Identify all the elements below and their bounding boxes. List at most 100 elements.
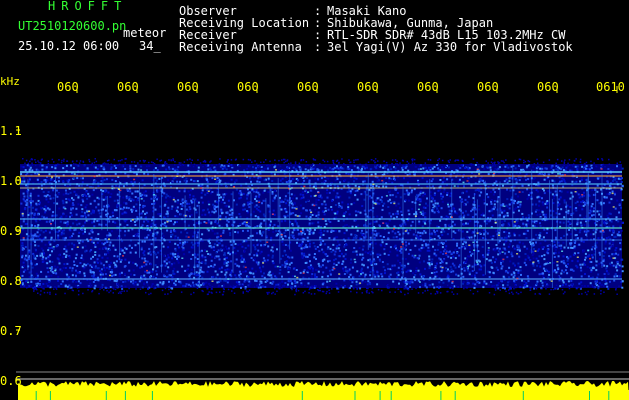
noise-speck bbox=[477, 259, 480, 262]
noise-speck bbox=[465, 190, 468, 193]
noise-speck bbox=[94, 253, 97, 256]
noise-speck bbox=[136, 190, 139, 193]
noise-speck bbox=[44, 229, 47, 232]
noise-speck bbox=[97, 203, 100, 206]
noise-speck bbox=[309, 209, 312, 212]
noise-speck bbox=[433, 205, 436, 208]
noise-speck bbox=[252, 272, 255, 275]
noise-speck bbox=[70, 286, 73, 289]
noise-speck bbox=[523, 280, 526, 283]
noise-speck bbox=[338, 230, 341, 233]
noise-speck bbox=[140, 212, 143, 215]
noise-speck bbox=[300, 244, 303, 247]
noise-speck bbox=[318, 250, 321, 253]
noise-speck bbox=[437, 169, 440, 172]
noise-speck bbox=[61, 230, 64, 233]
noise-speck bbox=[488, 210, 491, 213]
noise-speck bbox=[532, 252, 535, 255]
noise-speck bbox=[418, 223, 421, 225]
noise-speck bbox=[369, 253, 372, 256]
noise-speck bbox=[569, 197, 572, 200]
noise-speck bbox=[506, 214, 509, 217]
noise-speck bbox=[62, 193, 65, 196]
noise-speck bbox=[92, 255, 94, 258]
noise-speck bbox=[72, 167, 75, 170]
noise-speck bbox=[54, 165, 57, 167]
noise-speck bbox=[321, 264, 324, 267]
noise-speck bbox=[542, 246, 545, 249]
noise-speck bbox=[621, 258, 624, 261]
noise-speck bbox=[91, 231, 94, 234]
noise-speck bbox=[97, 233, 100, 236]
noise-speck bbox=[590, 205, 593, 208]
noise-speck bbox=[315, 203, 318, 206]
noise-speck bbox=[401, 168, 404, 171]
noise-speck bbox=[588, 212, 591, 214]
noise-speck bbox=[129, 167, 132, 170]
noise-speck bbox=[34, 244, 37, 247]
noise-speck bbox=[220, 270, 223, 273]
noise-speck bbox=[521, 279, 523, 282]
noise-speck bbox=[421, 194, 424, 197]
noise-speck bbox=[154, 208, 157, 211]
noise-speck bbox=[96, 219, 99, 222]
noise-speck bbox=[397, 231, 400, 233]
noise-speck bbox=[46, 267, 49, 270]
noise-speck bbox=[395, 215, 398, 218]
noise-speck bbox=[317, 195, 320, 198]
noise-speck bbox=[163, 204, 166, 207]
noise-speck bbox=[234, 274, 237, 277]
noise-speck bbox=[306, 229, 309, 232]
noise-speck bbox=[457, 185, 459, 188]
noise-speck bbox=[612, 242, 615, 245]
noise-speck bbox=[196, 204, 199, 207]
noise-speck bbox=[376, 271, 379, 274]
noise-speck bbox=[256, 244, 259, 247]
noise-speck bbox=[378, 253, 381, 256]
noise-speck bbox=[458, 178, 461, 181]
noise-speck bbox=[154, 232, 157, 234]
noise-speck bbox=[283, 250, 286, 253]
noise-speck bbox=[280, 220, 283, 223]
noise-speck bbox=[430, 180, 433, 183]
noise-speck bbox=[563, 216, 566, 219]
noise-speck bbox=[474, 189, 477, 192]
noise-speck bbox=[451, 262, 454, 265]
noise-speck bbox=[167, 266, 170, 269]
noise-speck bbox=[32, 287, 35, 289]
noise-speck bbox=[125, 197, 128, 200]
noise-speck bbox=[519, 269, 522, 272]
noise-speck bbox=[330, 229, 333, 232]
noise-speck bbox=[55, 189, 58, 192]
noise-speck bbox=[603, 221, 606, 224]
noise-speck bbox=[442, 250, 445, 253]
noise-speck bbox=[70, 214, 73, 217]
noise-speck bbox=[257, 263, 260, 266]
noise-speck bbox=[184, 269, 187, 272]
noise-speck bbox=[288, 256, 291, 259]
noise-speck bbox=[291, 203, 294, 206]
noise-speck bbox=[519, 266, 522, 269]
noise-speck bbox=[335, 196, 337, 199]
noise-speck bbox=[135, 209, 138, 212]
noise-speck bbox=[269, 220, 272, 223]
noise-speck bbox=[66, 185, 69, 188]
noise-speck bbox=[104, 188, 107, 191]
noise-speck bbox=[303, 179, 306, 182]
noise-speck bbox=[69, 266, 72, 269]
noise-speck bbox=[68, 228, 71, 231]
noise-speck bbox=[230, 271, 233, 274]
noise-speck bbox=[65, 254, 68, 257]
noise-speck bbox=[319, 241, 322, 244]
noise-speck bbox=[612, 264, 615, 267]
noise-speck bbox=[532, 177, 535, 180]
noise-speck bbox=[418, 220, 421, 223]
noise-speck bbox=[121, 287, 124, 290]
noise-speck bbox=[85, 195, 88, 197]
noise-speck bbox=[271, 246, 274, 249]
noise-speck bbox=[422, 246, 425, 249]
noise-speck bbox=[103, 205, 106, 208]
noise-speck bbox=[147, 287, 149, 290]
noise-speck bbox=[255, 252, 258, 255]
noise-speck bbox=[527, 280, 530, 283]
